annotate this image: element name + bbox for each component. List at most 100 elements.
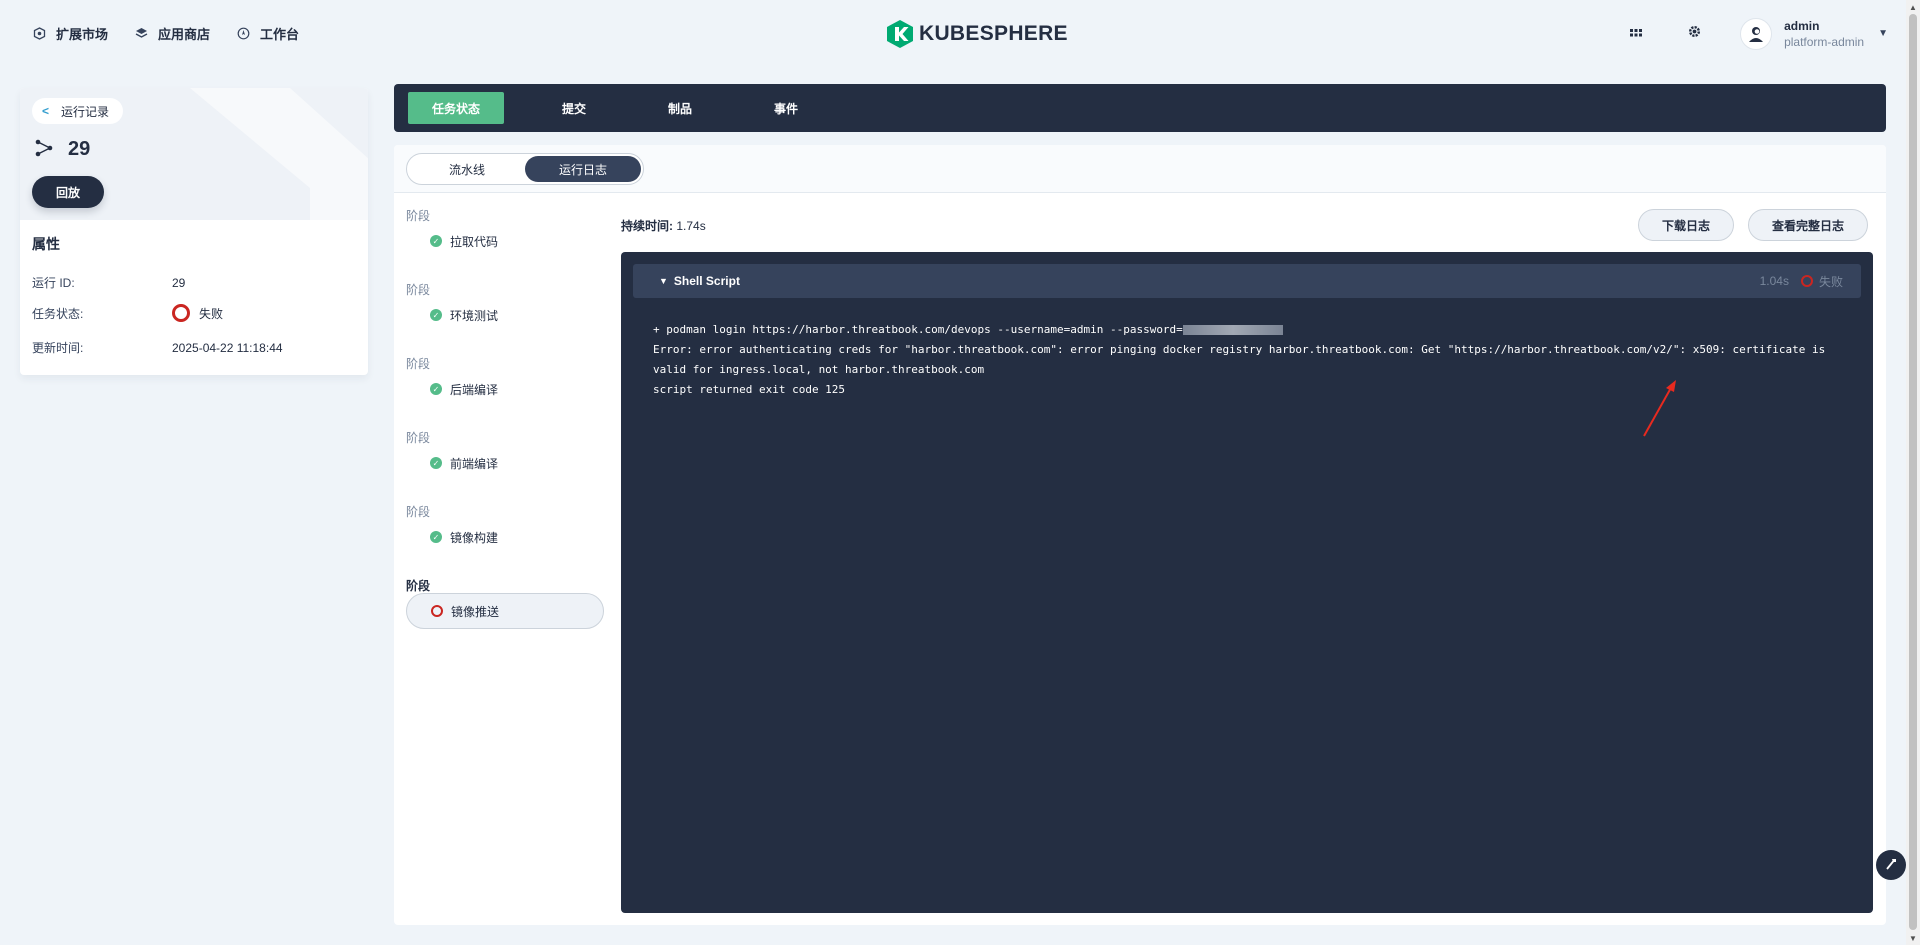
replay-button[interactable]: 回放 bbox=[32, 176, 104, 208]
settings-button[interactable] bbox=[1678, 18, 1710, 50]
kubesphere-logo-text: KUBESPHERE bbox=[919, 22, 1068, 45]
sub-tab-pipeline[interactable]: 流水线 bbox=[409, 156, 525, 182]
kubesphere-logo-icon bbox=[887, 20, 913, 48]
nav-app-store[interactable]: 应用商店 bbox=[134, 24, 210, 43]
log-step-time: 1.04s bbox=[1759, 274, 1789, 288]
user-info: admin platform-admin bbox=[1784, 18, 1864, 50]
log-step-title: Shell Script bbox=[673, 274, 740, 288]
download-log-button[interactable]: 下载日志 bbox=[1638, 209, 1734, 241]
stage-item: 阶段 ✓ 环境测试 bbox=[406, 281, 604, 355]
success-check-icon: ✓ bbox=[430, 309, 442, 321]
user-menu[interactable]: admin platform-admin ▼ bbox=[1740, 17, 1888, 50]
back-to-run-records-button[interactable]: < 运行记录 bbox=[32, 98, 124, 124]
prop-updated-time-value: 2025-04-22 11:18:44 bbox=[172, 340, 283, 355]
grid-icon bbox=[1629, 25, 1643, 42]
stage-item: 阶段 ✓ 后端编译 bbox=[406, 355, 604, 429]
stage-item: 阶段 ✓ 前端编译 bbox=[406, 429, 604, 503]
stage-list: 阶段 ✓ 拉取代码 阶段 ✓ 环境测试 阶段 ✓ 后端编译 阶段 ✓ 前端编译 bbox=[406, 207, 604, 651]
log-viewer: ▼ Shell Script 1.04s 失败 + podman login h… bbox=[621, 252, 1873, 913]
chevron-left-icon: < bbox=[42, 104, 50, 118]
stage-step-pull-code[interactable]: ✓ 拉取代码 bbox=[406, 223, 604, 259]
stage-item-current: 阶段 镜像推送 bbox=[406, 577, 604, 651]
stage-item: 阶段 ✓ 镜像构建 bbox=[406, 503, 604, 577]
duration-value: 1.74s bbox=[676, 219, 706, 233]
stage-step-env-test[interactable]: ✓ 环境测试 bbox=[406, 297, 604, 333]
user-name: admin bbox=[1784, 18, 1820, 33]
annotation-arrow bbox=[1643, 380, 1676, 437]
prop-task-status-value: 失败 bbox=[199, 306, 224, 321]
nav-workbench[interactable]: 工作台 bbox=[236, 24, 299, 43]
failed-status-icon bbox=[172, 304, 190, 322]
stage-step-backend-build[interactable]: ✓ 后端编译 bbox=[406, 371, 604, 407]
top-nav-left: 扩展市场 应用商店 工作台 bbox=[32, 24, 325, 43]
sub-tab-run-log[interactable]: 运行日志 bbox=[525, 156, 641, 182]
tab-task-status[interactable]: 任务状态 bbox=[408, 92, 505, 124]
log-step-header[interactable]: ▼ Shell Script 1.04s 失败 bbox=[633, 264, 1861, 298]
task-status-panel: 流水线 运行日志 阶段 ✓ 拉取代码 阶段 ✓ 环境测试 阶段 ✓ 后端编译 阶… bbox=[394, 145, 1886, 925]
decorative-background bbox=[190, 88, 368, 220]
stage-step-image-build[interactable]: ✓ 镜像构建 bbox=[406, 519, 604, 555]
app-store-icon bbox=[134, 27, 148, 41]
caret-down-icon: ▼ bbox=[659, 276, 668, 286]
redacted-password bbox=[1182, 325, 1283, 335]
duration-label: 持续时间: bbox=[621, 219, 673, 233]
prop-task-status-value-wrap: 失败 bbox=[172, 304, 223, 322]
duration: 持续时间: 1.74s bbox=[621, 217, 706, 234]
stage-step-name: 后端编译 bbox=[450, 382, 499, 397]
prop-run-id: 运行 ID: 29 bbox=[32, 274, 185, 291]
tab-artifacts[interactable]: 制品 bbox=[644, 92, 716, 124]
prop-run-id-value: 29 bbox=[172, 275, 186, 290]
caret-down-icon: ▼ bbox=[1878, 28, 1888, 39]
stage-step-name: 镜像构建 bbox=[450, 530, 499, 545]
stage-label: 阶段 bbox=[406, 357, 431, 371]
run-number-value: 29 bbox=[68, 138, 91, 160]
nav-extension-market-label: 扩展市场 bbox=[56, 27, 109, 42]
nav-app-store-label: 应用商店 bbox=[158, 27, 211, 42]
failed-status-icon bbox=[1800, 275, 1813, 287]
kubesphere-logo[interactable]: KUBESPHERE bbox=[887, 20, 1068, 48]
workbench-icon bbox=[236, 27, 250, 41]
tab-commits[interactable]: 提交 bbox=[538, 92, 610, 124]
log-step-status: 失败 bbox=[1818, 274, 1843, 289]
success-check-icon: ✓ bbox=[430, 531, 442, 543]
back-label: 运行记录 bbox=[61, 104, 110, 119]
page-scrollbar[interactable]: ▲ ▼ bbox=[1906, 0, 1920, 945]
stage-label: 阶段 bbox=[406, 209, 431, 223]
stage-step-name: 拉取代码 bbox=[450, 234, 499, 249]
avatar bbox=[1740, 17, 1773, 50]
user-role: platform-admin bbox=[1784, 34, 1865, 49]
top-nav-right: admin platform-admin ▼ bbox=[1620, 0, 1906, 67]
prop-updated-time-key: 更新时间: bbox=[32, 341, 84, 355]
floating-toolbox-button[interactable] bbox=[1876, 850, 1906, 880]
nav-extension-market[interactable]: 扩展市场 bbox=[32, 24, 108, 43]
scroll-down-icon[interactable]: ▼ bbox=[1909, 934, 1917, 943]
run-summary-card: < 运行记录 29 回放 属性 运行 ID: 29 任务状态: 失败 更新时间:… bbox=[20, 88, 368, 375]
stage-item: 阶段 ✓ 拉取代码 bbox=[406, 207, 604, 281]
view-switcher: 流水线 运行日志 bbox=[406, 153, 644, 185]
stage-step-name: 前端编译 bbox=[450, 456, 499, 471]
sub-tabs-header: 流水线 运行日志 bbox=[394, 145, 1886, 193]
stage-step-frontend-build[interactable]: ✓ 前端编译 bbox=[406, 445, 604, 481]
gear-icon bbox=[1687, 24, 1702, 43]
prop-task-status: 任务状态: 失败 bbox=[32, 304, 223, 322]
scroll-up-icon[interactable]: ▲ bbox=[1909, 3, 1917, 12]
run-summary-header: < 运行记录 29 回放 bbox=[20, 88, 368, 220]
success-check-icon: ✓ bbox=[430, 383, 442, 395]
log-line: + podman login https://harbor.threatbook… bbox=[653, 320, 1853, 340]
view-full-log-button[interactable]: 查看完整日志 bbox=[1748, 209, 1868, 241]
properties-title: 属性 bbox=[32, 236, 60, 252]
scrollbar-thumb[interactable] bbox=[1909, 14, 1917, 930]
failed-status-icon bbox=[431, 605, 443, 617]
stage-label: 阶段 bbox=[406, 431, 431, 445]
hammer-icon bbox=[1884, 857, 1898, 874]
stage-step-image-push[interactable]: 镜像推送 bbox=[406, 593, 604, 629]
top-navbar: 扩展市场 应用商店 工作台 KUBESPHERE admin platform-… bbox=[0, 0, 1906, 67]
prop-run-id-key: 运行 ID: bbox=[32, 276, 75, 290]
tab-events[interactable]: 事件 bbox=[750, 92, 822, 124]
stage-step-name: 环境测试 bbox=[450, 308, 499, 323]
prop-updated-time: 更新时间: 2025-04-22 11:18:44 bbox=[32, 339, 283, 356]
stage-label: 阶段 bbox=[406, 505, 431, 519]
log-step-meta: 1.04s 失败 bbox=[1760, 264, 1843, 298]
nav-workbench-label: 工作台 bbox=[260, 27, 300, 42]
apps-grid-button[interactable] bbox=[1620, 18, 1652, 50]
